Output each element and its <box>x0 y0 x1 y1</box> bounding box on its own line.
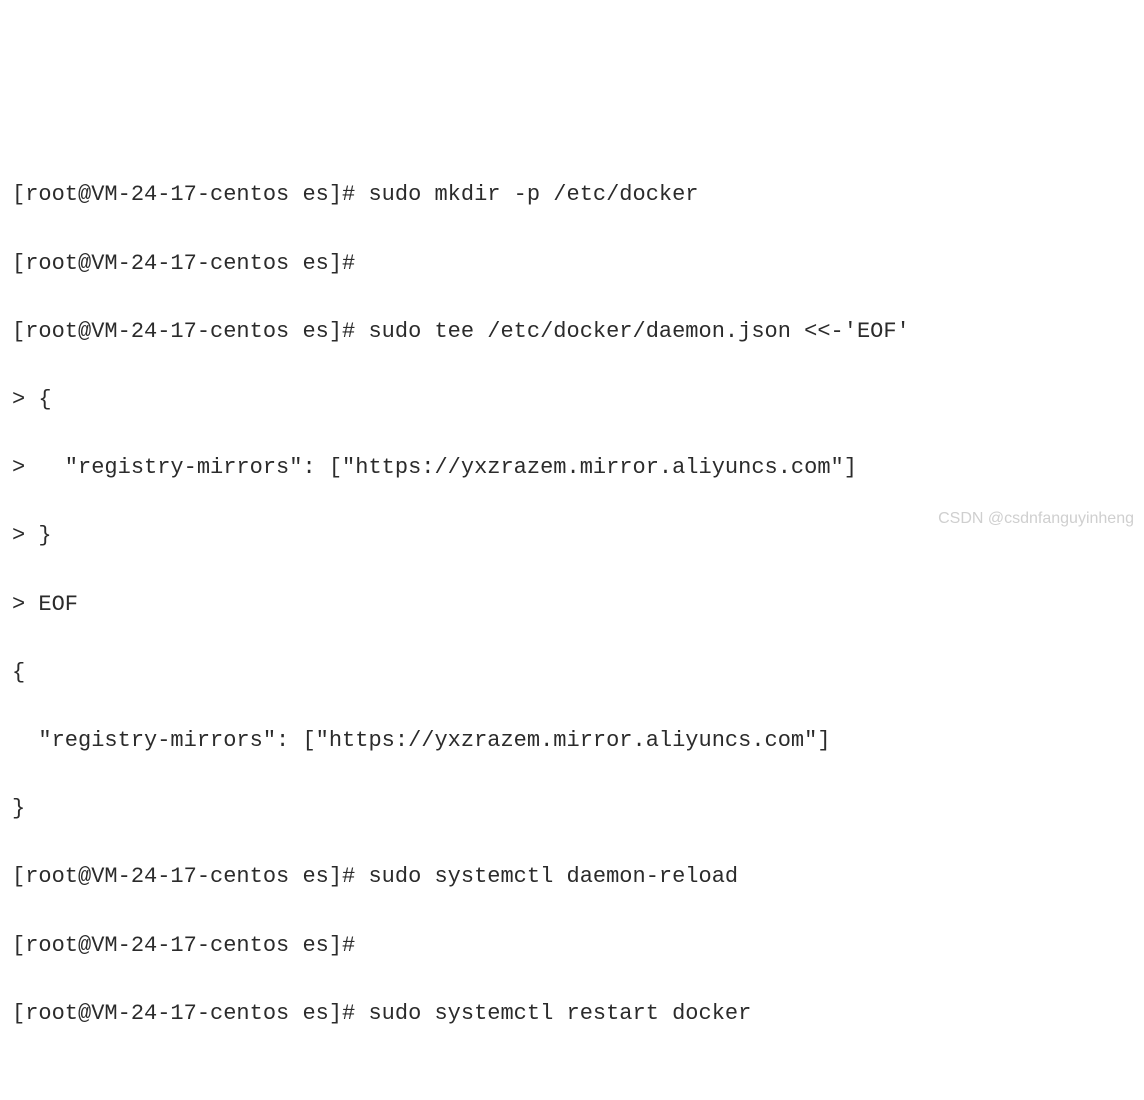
terminal-line: { <box>12 656 1132 690</box>
terminal-line: [root@VM-24-17-centos es]# sudo tee /etc… <box>12 315 1132 349</box>
terminal-line: > { <box>12 383 1132 417</box>
terminal-line: [root@VM-24-17-centos es]# <box>12 929 1132 963</box>
terminal-line: "registry-mirrors": ["https://yxzrazem.m… <box>12 724 1132 758</box>
terminal-line: > "registry-mirrors": ["https://yxzrazem… <box>12 451 1132 485</box>
terminal-line: } <box>12 792 1132 826</box>
watermark: CSDN @csdnfanguyinheng <box>938 507 1134 532</box>
terminal-line: [root@VM-24-17-centos es]# sudo systemct… <box>12 860 1132 894</box>
terminal-line: [root@VM-24-17-centos es]# sudo mkdir -p… <box>12 178 1132 212</box>
terminal-line: [root@VM-24-17-centos es]# <box>12 247 1132 281</box>
terminal-line: [root@VM-24-17-centos es]# sudo systemct… <box>12 997 1132 1031</box>
terminal-line: [root@VM-24-17-centos es]# <box>12 1099 1132 1100</box>
terminal-line: > EOF <box>12 588 1132 622</box>
terminal-output[interactable]: [root@VM-24-17-centos es]# sudo mkdir -p… <box>12 144 1132 1100</box>
